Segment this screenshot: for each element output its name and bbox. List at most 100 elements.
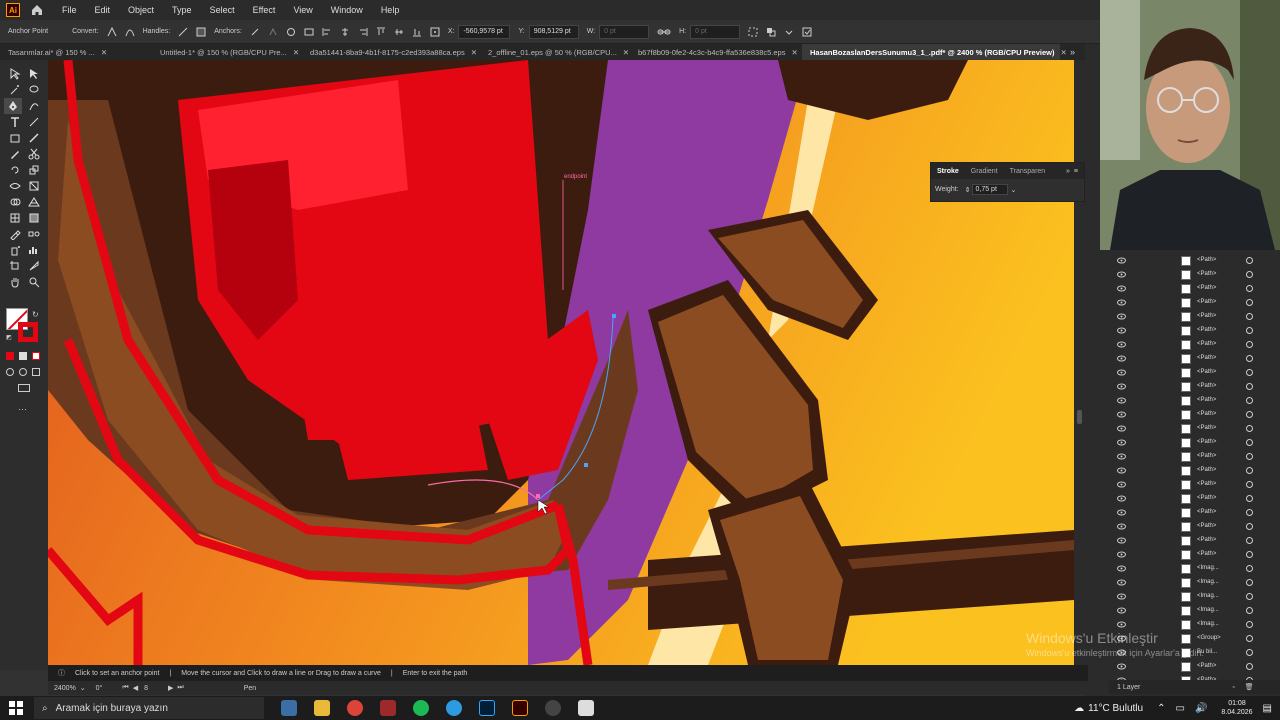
target-icon[interactable] <box>1246 467 1253 474</box>
target-icon[interactable] <box>1246 579 1253 586</box>
eye-icon[interactable] <box>1117 285 1126 292</box>
layer-name[interactable]: <Path> <box>1197 481 1216 487</box>
eye-icon[interactable] <box>1117 607 1126 614</box>
target-icon[interactable] <box>1246 355 1253 362</box>
target-icon[interactable] <box>1246 383 1253 390</box>
target-icon[interactable] <box>1246 411 1253 418</box>
layer-row[interactable]: <Imag... <box>1109 576 1280 590</box>
layer-row[interactable]: <Path> <box>1109 436 1280 450</box>
eye-icon[interactable] <box>1117 593 1126 600</box>
handle-hide-icon[interactable] <box>196 27 206 37</box>
perspective-grid-tool-icon[interactable] <box>28 196 40 208</box>
eye-icon[interactable] <box>1117 341 1126 348</box>
arrange-icon[interactable] <box>766 27 776 37</box>
layer-name[interactable]: <Path> <box>1197 355 1216 361</box>
first-artboard-icon[interactable]: ⏮ <box>122 684 128 692</box>
layer-row[interactable]: <Path> <box>1109 366 1280 380</box>
align-middle-icon[interactable] <box>394 27 404 37</box>
menu-object[interactable]: Object <box>124 5 158 15</box>
layer-name[interactable]: <Path> <box>1197 369 1216 375</box>
draw-behind-icon[interactable] <box>19 368 27 376</box>
align-bottom-icon[interactable] <box>412 27 422 37</box>
tab-document-3[interactable]: d3a51441-8ba9-4b1f-8175-c2ed393a88ca.eps… <box>302 44 480 60</box>
layer-row[interactable]: <Path> <box>1109 380 1280 394</box>
layer-name[interactable]: <Path> <box>1197 341 1216 347</box>
target-icon[interactable] <box>1246 523 1253 530</box>
eyedropper-tool-icon[interactable] <box>9 228 21 240</box>
artboard-number[interactable]: 8 <box>144 685 148 692</box>
slice-tool-icon[interactable] <box>28 260 40 272</box>
weight-field[interactable]: 0,75 pt <box>972 184 1009 195</box>
home-icon[interactable] <box>30 3 44 17</box>
layer-name[interactable]: <Path> <box>1197 509 1216 515</box>
next-artboard-icon[interactable]: ▶ <box>168 684 173 692</box>
layer-name[interactable]: <Path> <box>1197 299 1216 305</box>
target-icon[interactable] <box>1246 565 1253 572</box>
scroll-thumb[interactable] <box>1077 410 1082 424</box>
chrome-icon[interactable] <box>347 700 363 716</box>
rotation-value[interactable]: 0° <box>96 685 103 692</box>
layer-row[interactable]: <Path> <box>1109 268 1280 282</box>
screen-mode-icon[interactable] <box>18 384 30 392</box>
layer-name[interactable]: <Imag... <box>1197 579 1219 585</box>
selection-tool-icon[interactable] <box>9 68 21 80</box>
column-graph-tool-icon[interactable] <box>28 244 40 256</box>
eye-icon[interactable] <box>1117 257 1126 264</box>
target-icon[interactable] <box>1246 369 1253 376</box>
layer-row[interactable]: <Path> <box>1109 660 1280 674</box>
layer-row[interactable]: <Path> <box>1109 506 1280 520</box>
eye-icon[interactable] <box>1117 481 1126 488</box>
blend-tool-icon[interactable] <box>28 228 40 240</box>
eye-icon[interactable] <box>1117 551 1126 558</box>
eye-icon[interactable] <box>1117 397 1126 404</box>
weight-stepper-icon[interactable]: ⇕ <box>965 186 971 194</box>
layer-row[interactable]: <Path> <box>1109 464 1280 478</box>
menu-file[interactable]: File <box>58 5 81 15</box>
tab-document-5[interactable]: b67f8b09-0fe2-4c3c-b4c9-ffa536e838c5.eps… <box>630 44 802 60</box>
eye-icon[interactable] <box>1117 565 1126 572</box>
weather-icon[interactable]: ☁ <box>1074 703 1084 714</box>
direct-selection-tool-icon[interactable] <box>28 68 40 80</box>
anchor-point-current[interactable] <box>536 494 540 498</box>
layer-row[interactable]: <Path> <box>1109 310 1280 324</box>
eye-icon[interactable] <box>1117 271 1126 278</box>
hand-tool-icon[interactable] <box>9 276 21 288</box>
layer-name[interactable]: <Imag... <box>1197 621 1219 627</box>
stroke-swatch[interactable] <box>18 322 38 342</box>
align-left-icon[interactable] <box>322 27 332 37</box>
new-layer-icon[interactable]: ▫ <box>1232 684 1234 691</box>
layer-row[interactable]: <Path> <box>1109 352 1280 366</box>
gradient-tool-icon[interactable] <box>28 212 40 224</box>
anchor-point-handle[interactable] <box>584 463 588 467</box>
tab-stroke[interactable]: Stroke <box>931 168 965 175</box>
layer-row[interactable]: <Imag... <box>1109 562 1280 576</box>
obs-icon[interactable] <box>545 700 561 716</box>
last-artboard-icon[interactable]: ⏭ <box>177 684 183 692</box>
tab-document-2[interactable]: Untitled-1* @ 150 % (RGB/CPU Pre... ✕ <box>152 44 302 60</box>
reference-point-icon[interactable] <box>430 27 440 37</box>
menu-view[interactable]: View <box>289 5 316 15</box>
artboard-tool-icon[interactable] <box>9 260 21 272</box>
target-icon[interactable] <box>1246 649 1253 656</box>
scissors-tool-icon[interactable] <box>28 148 40 160</box>
type-tool-icon[interactable] <box>9 116 21 128</box>
width-tool-icon[interactable] <box>9 180 21 192</box>
shape-builder-tool-icon[interactable] <box>9 196 21 208</box>
tab-document-4[interactable]: 2_offline_01.eps @ 50 % (RGB/CPU... ✕ <box>480 44 630 60</box>
layer-row[interactable]: <Path> <box>1109 324 1280 338</box>
pen-tool-icon[interactable] <box>7 100 19 112</box>
layer-name[interactable]: <Path> <box>1197 551 1216 557</box>
more-tools-icon[interactable]: ··· <box>18 404 27 414</box>
cut-path-icon[interactable] <box>286 27 296 37</box>
task-view-icon[interactable] <box>281 700 297 716</box>
volume-icon[interactable]: 🔊 <box>1195 703 1207 714</box>
close-icon[interactable]: ✕ <box>293 48 299 57</box>
layer-row[interactable]: <Path> <box>1109 254 1280 268</box>
layer-row[interactable]: <Imag... <box>1109 604 1280 618</box>
w-field[interactable]: 0 pt <box>599 24 650 39</box>
layer-row[interactable]: <Path> <box>1109 394 1280 408</box>
isolate-icon[interactable] <box>304 27 314 37</box>
network-icon[interactable]: ▭ <box>1175 703 1184 714</box>
tab-gradient[interactable]: Gradient <box>965 168 1004 175</box>
convert-corner-icon[interactable] <box>107 26 117 37</box>
